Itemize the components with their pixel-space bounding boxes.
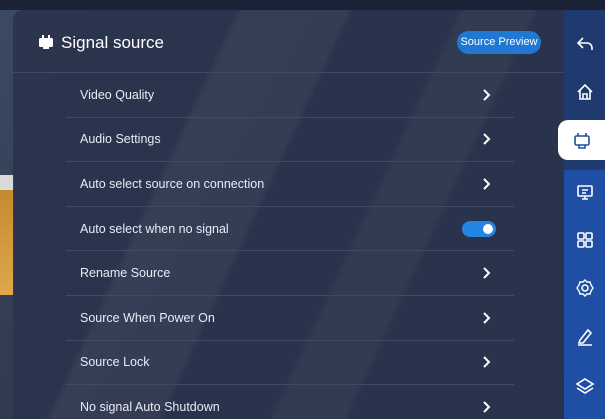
layers-icon xyxy=(574,378,595,394)
chevron-right-icon xyxy=(483,133,491,146)
signal-source-icon xyxy=(573,133,590,149)
setting-label: Source Lock xyxy=(80,355,150,370)
setting-label: Rename Source xyxy=(80,266,171,281)
screen-button[interactable] xyxy=(564,172,605,212)
chevron-right-icon xyxy=(483,267,491,279)
setting-row-auto-select-on-connection[interactable]: Auto select source on connection xyxy=(66,162,514,207)
setting-row-auto-select-no-signal: Auto select when no signal xyxy=(66,207,514,252)
setting-row-audio-settings[interactable]: Audio Settings xyxy=(66,118,514,163)
setting-label: Source When Power On xyxy=(80,310,215,325)
setting-row-source-lock[interactable]: Source Lock xyxy=(66,341,514,386)
signal-source-button[interactable] xyxy=(558,120,605,160)
setting-label: Audio Settings xyxy=(80,132,161,147)
apps-grid-icon xyxy=(576,232,593,248)
source-preview-button[interactable]: Source Preview xyxy=(457,31,541,54)
auto-select-toggle[interactable] xyxy=(462,220,496,237)
toggle-knob xyxy=(483,223,493,234)
panel-header: Signal source Source Preview xyxy=(13,10,564,72)
setting-label: Auto select when no signal xyxy=(80,221,229,236)
layers-button[interactable] xyxy=(564,366,605,406)
signal-source-icon xyxy=(39,35,53,49)
setting-row-rename-source[interactable]: Rename Source xyxy=(66,251,514,296)
settings-gear-icon xyxy=(575,279,594,297)
screen-icon xyxy=(576,185,593,200)
setting-row-no-signal-shutdown[interactable]: No signal Auto Shutdown xyxy=(66,385,514,419)
side-toolbar xyxy=(558,10,605,419)
settings-button[interactable] xyxy=(564,268,605,308)
signal-source-panel: Signal source Source Preview Video Quali… xyxy=(13,10,564,419)
setting-row-video-quality[interactable]: Video Quality xyxy=(66,73,514,118)
pen-icon xyxy=(577,328,592,346)
apps-button[interactable] xyxy=(564,220,605,260)
settings-list: Video Quality Audio Settings Auto select… xyxy=(66,73,514,419)
chevron-right-icon xyxy=(483,89,491,101)
setting-label: Auto select source on connection xyxy=(80,176,265,191)
panel-title: Signal source xyxy=(61,33,165,52)
setting-label: No signal Auto Shutdown xyxy=(80,399,220,414)
top-edge xyxy=(0,0,605,10)
chevron-right-icon xyxy=(483,178,491,190)
annotate-button[interactable] xyxy=(564,316,605,356)
home-icon xyxy=(576,83,593,100)
back-button[interactable] xyxy=(564,24,605,64)
chevron-right-icon xyxy=(483,401,491,413)
background-app-fragment xyxy=(0,190,14,295)
chevron-right-icon xyxy=(483,312,491,324)
setting-label: Video Quality xyxy=(80,87,155,102)
back-icon xyxy=(576,37,593,50)
setting-row-source-power-on[interactable]: Source When Power On xyxy=(66,296,514,341)
home-button[interactable] xyxy=(564,72,605,112)
chevron-right-icon xyxy=(483,356,491,369)
